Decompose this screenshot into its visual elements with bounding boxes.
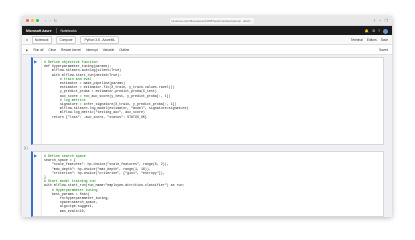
save-status: Saved xyxy=(378,47,388,52)
refresh-icon[interactable]: ↻ xyxy=(54,18,57,23)
terminal-button[interactable]: Terminal xyxy=(351,38,363,42)
code-editor[interactable]: # Define search space search_space = { "s… xyxy=(44,154,379,213)
compute-selector[interactable]: Compute xyxy=(55,35,77,44)
cell-execution-count: [1] xyxy=(24,146,28,150)
run-all-button[interactable]: Run all xyxy=(33,48,43,52)
workspace-name[interactable]: Notebooks xyxy=(61,29,77,33)
bell-icon[interactable]: 🔔 xyxy=(365,29,369,34)
code-line[interactable]: return {"loss": -auc_score, "status": ST… xyxy=(44,115,379,119)
cell-gutter: ▶ xyxy=(33,152,42,216)
restart-kernel-button[interactable]: Restart kernel xyxy=(61,48,81,52)
outline-button[interactable]: Outline xyxy=(119,48,129,52)
kernel-selector[interactable]: Python 3.8 - AzureML xyxy=(80,35,120,44)
azure-header: Microsoft Azure Notebooks xyxy=(22,26,392,35)
code-editor[interactable]: # Define objective function def hyperpara… xyxy=(44,60,379,119)
browser-toolbar: ‹ › ↻ ml.azure.com/fileexplorerAzNB?wsid… xyxy=(22,16,392,26)
editors-button[interactable]: Editors xyxy=(367,38,377,42)
share-icon[interactable]: ⇪ xyxy=(373,18,376,23)
address-bar[interactable]: ml.azure.com/fileexplorerAzNB?wsid=/subs… xyxy=(170,18,254,24)
save-button[interactable]: Save xyxy=(381,38,388,42)
code-cell[interactable]: ▶ # Define search space search_space = { … xyxy=(31,151,384,217)
browser-window: ‹ › ↻ ml.azure.com/fileexplorerAzNB?wsid… xyxy=(22,16,392,217)
code-cell[interactable]: ▶ # Define objective function def hyperpa… xyxy=(31,57,384,145)
tab-notebook[interactable]: Notebook xyxy=(31,35,52,44)
notebook-bar: ≡ Notebook Compute Python 3.8 - AzureML … xyxy=(22,35,392,45)
command-bar: ▶ Run all Clear Restart kernel Interrupt… xyxy=(22,45,392,55)
help-icon[interactable]: ? xyxy=(378,29,380,34)
new-tab-icon[interactable]: + xyxy=(379,18,381,23)
interrupt-button[interactable]: Interrupt xyxy=(86,48,98,52)
variable-button[interactable]: Variable xyxy=(103,48,114,52)
run-cell-icon[interactable]: ▶ xyxy=(34,153,40,159)
tabs-icon[interactable]: ❐ xyxy=(384,18,388,23)
back-icon[interactable]: ‹ xyxy=(45,18,46,23)
minimize-window-button[interactable] xyxy=(31,19,34,22)
forward-icon[interactable]: › xyxy=(49,18,50,23)
notebook-canvas: ▶ # Define objective function def hyperpa… xyxy=(22,55,392,217)
code-line[interactable]: max_evals=10, xyxy=(44,209,379,213)
header-divider xyxy=(55,28,57,33)
azure-brand[interactable]: Microsoft Azure xyxy=(26,29,52,33)
run-cell-icon[interactable]: ▶ xyxy=(34,59,40,65)
menu-icon[interactable]: ≡ xyxy=(26,38,28,42)
gear-icon[interactable]: ⚙ xyxy=(372,29,375,34)
close-window-button[interactable] xyxy=(26,19,29,22)
maximize-window-button[interactable] xyxy=(36,19,39,22)
run-all-icon: ▶ xyxy=(26,47,29,52)
cell-gutter: ▶ xyxy=(33,58,42,144)
clear-button[interactable]: Clear xyxy=(48,48,56,52)
avatar[interactable] xyxy=(383,29,388,34)
window-controls xyxy=(26,19,39,22)
